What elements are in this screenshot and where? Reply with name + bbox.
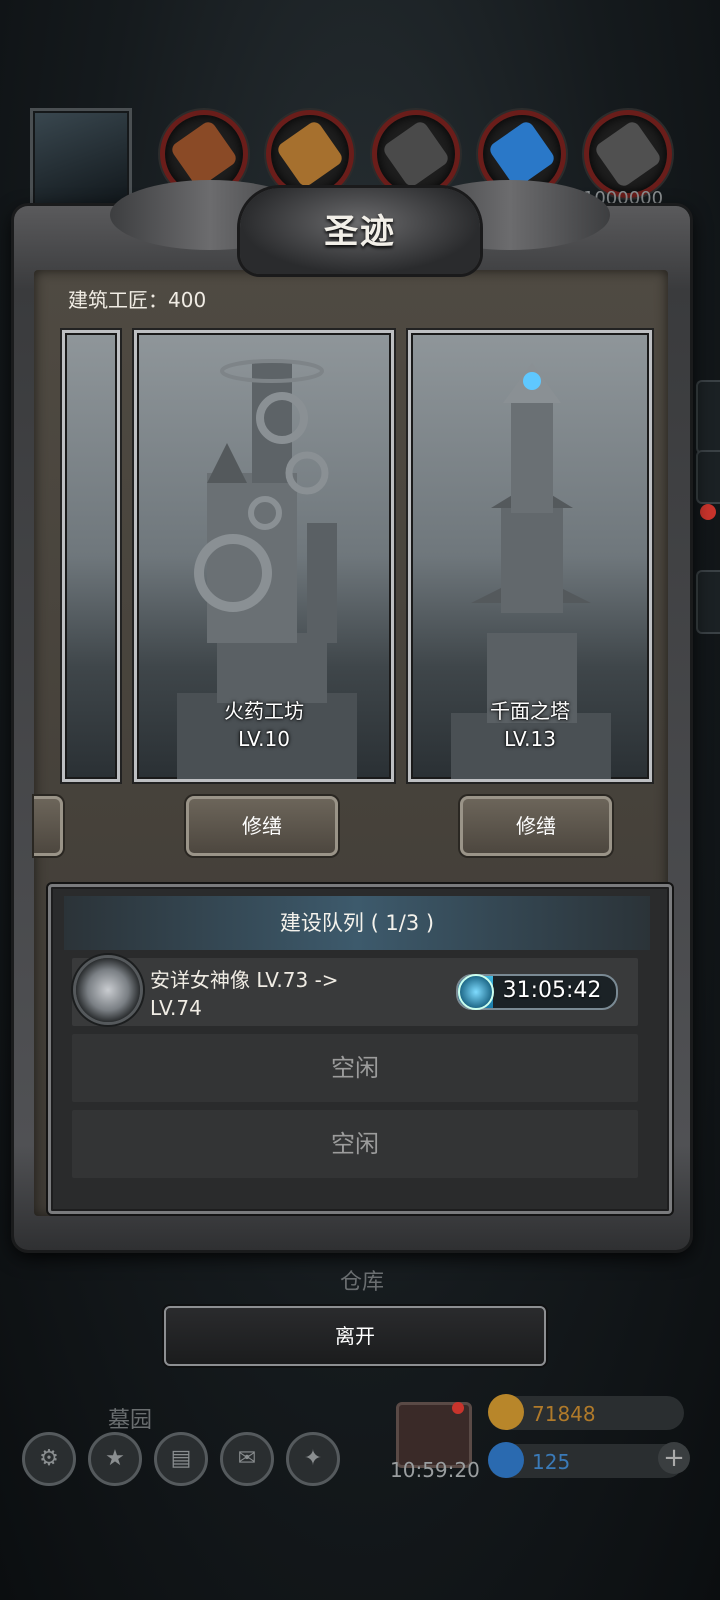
gem-icon <box>488 1442 524 1478</box>
idle-label: 空闲 <box>331 1130 379 1158</box>
cemetery-label: 墓园 <box>108 1408 153 1433</box>
plank-resource-icon[interactable] <box>266 110 354 198</box>
building-level: LV.10 <box>238 727 290 751</box>
queue-slot-idle[interactable]: 空闲 <box>72 1110 638 1178</box>
timer-icon <box>458 974 494 1010</box>
leave-button[interactable]: 离开 <box>164 1306 546 1366</box>
repair-button[interactable]: 修缮 <box>460 796 612 856</box>
building-card-thousand-face-tower[interactable]: 千面之塔 LV.13 <box>408 330 652 782</box>
builder-count: 建筑工匠：400 <box>68 288 207 312</box>
queue-slot-idle[interactable]: 空闲 <box>72 1034 638 1102</box>
star-icon[interactable]: ★ <box>88 1432 142 1486</box>
chat-icon[interactable]: ✦ <box>286 1432 340 1486</box>
repair-button-partial[interactable] <box>34 796 63 856</box>
side-tab[interactable] <box>696 570 720 634</box>
scroll-icon[interactable]: ▤ <box>154 1432 208 1486</box>
gear-icon[interactable]: ⚙ <box>22 1432 76 1486</box>
building-card-partial[interactable] <box>62 330 120 782</box>
building-card-gunpowder-workshop[interactable]: 火药工坊 LV.10 <box>134 330 394 782</box>
notification-dot <box>700 504 716 520</box>
build-timer: 31:05:42 <box>502 978 602 1003</box>
queue-item-title: 安详女神像 LV.73 -> <box>150 968 339 992</box>
add-gems-button[interactable]: + <box>658 1442 690 1474</box>
idle-label: 空闲 <box>331 1054 379 1082</box>
mail-icon[interactable]: ✉ <box>220 1432 274 1486</box>
event-countdown: 10:59:20 <box>390 1458 480 1482</box>
iron-resource-icon[interactable] <box>584 110 672 198</box>
side-tab[interactable] <box>696 380 720 454</box>
build-queue-header: 建设队列 ( 1/3 ) <box>64 896 650 950</box>
angel-statue-icon <box>76 958 140 1022</box>
dialog-title: 圣迹 <box>324 212 396 252</box>
building-name: 千面之塔 <box>490 699 570 723</box>
gold-coin-icon <box>488 1394 524 1430</box>
building-name: 火药工坊 <box>224 699 304 723</box>
stone-resource-icon[interactable] <box>372 110 460 198</box>
warehouse-label: 仓库 <box>340 1270 385 1295</box>
gem-amount: 125 <box>532 1450 571 1474</box>
repair-button[interactable]: 修缮 <box>186 796 338 856</box>
building-level: LV.13 <box>504 727 556 751</box>
queue-item-target-level: LV.74 <box>150 996 202 1020</box>
side-tab[interactable] <box>696 450 720 504</box>
player-avatar[interactable] <box>30 108 132 210</box>
gold-amount: 71848 <box>532 1402 596 1426</box>
notification-dot <box>452 1402 464 1414</box>
